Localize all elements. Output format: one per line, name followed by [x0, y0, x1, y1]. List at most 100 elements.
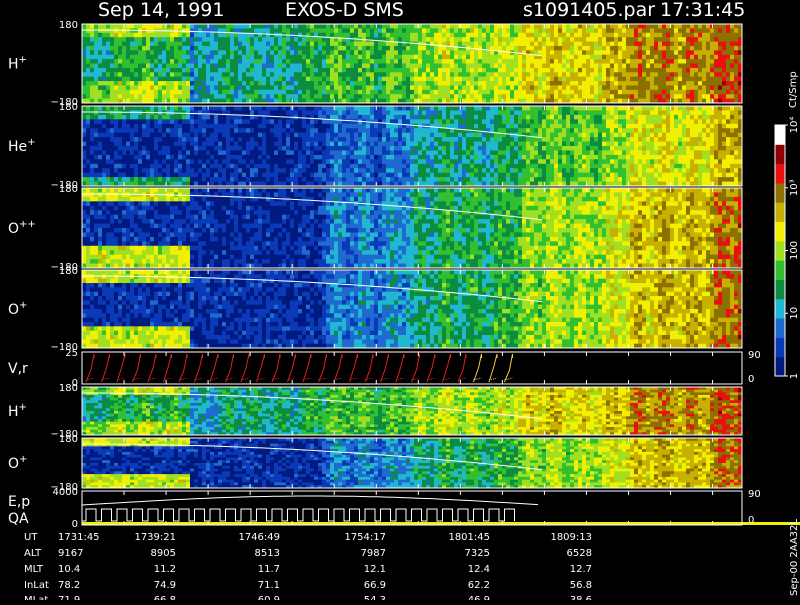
heatmap-cell	[90, 64, 94, 69]
heatmap-cell	[590, 42, 594, 47]
heatmap-cell	[342, 59, 346, 64]
heatmap-cell	[198, 106, 202, 111]
heatmap-cell	[290, 50, 294, 55]
heatmap-cell	[294, 37, 298, 42]
heatmap-cell	[454, 68, 458, 73]
heatmap-cell	[246, 128, 250, 133]
heatmap-cell	[358, 124, 362, 129]
heatmap-cell	[110, 119, 114, 124]
heatmap-cell	[414, 115, 418, 120]
heatmap-cell	[198, 142, 202, 147]
heatmap-cell	[98, 59, 102, 64]
heatmap-cell	[430, 155, 434, 160]
heatmap-cell	[734, 90, 738, 95]
heatmap-cell	[202, 159, 206, 164]
heatmap-cell	[630, 24, 634, 29]
heatmap-cell	[106, 90, 110, 95]
heatmap-cell	[538, 24, 542, 29]
heatmap-cell	[310, 137, 314, 142]
heatmap-cell	[262, 50, 266, 55]
heatmap-cell	[350, 24, 354, 29]
heatmap-cell	[282, 164, 286, 169]
heatmap-cell	[490, 150, 494, 155]
header-time: 17:31:45	[660, 0, 745, 21]
heatmap-cell	[302, 115, 306, 120]
heatmap-cell	[166, 177, 170, 182]
heatmap-cell	[254, 137, 258, 142]
heatmap-cell	[206, 50, 210, 55]
heatmap-cell	[174, 106, 178, 111]
heatmap-cell	[314, 142, 318, 147]
heatmap-cell	[494, 137, 498, 142]
heatmap-cell	[370, 42, 374, 47]
heatmap-cell	[322, 119, 326, 124]
heatmap-cell	[386, 110, 390, 115]
heatmap-cell	[722, 46, 726, 51]
heatmap-cell	[678, 68, 682, 73]
heatmap-cell	[510, 115, 514, 120]
heatmap-cell	[242, 81, 246, 86]
heatmap-cell	[162, 124, 166, 129]
heatmap-cell	[418, 128, 422, 133]
heatmap-cell	[266, 81, 270, 86]
heatmap-cell	[142, 159, 146, 164]
heatmap-cell	[686, 59, 690, 64]
heatmap-cell	[306, 173, 310, 178]
heatmap-cell	[130, 133, 134, 138]
heatmap-cell	[114, 110, 118, 115]
heatmap-cell	[262, 72, 266, 77]
heatmap-cell	[234, 24, 238, 29]
heatmap-cell	[510, 173, 514, 178]
heatmap-cell	[570, 55, 574, 60]
heatmap-cell	[478, 68, 482, 73]
heatmap-cell	[730, 33, 734, 38]
heatmap-cell	[482, 77, 486, 82]
heatmap-cell	[194, 64, 198, 69]
heatmap-cell	[442, 106, 446, 111]
heatmap-cell	[418, 37, 422, 42]
heatmap-cell	[214, 106, 218, 111]
heatmap-cell	[734, 33, 738, 38]
heatmap-cell	[526, 90, 530, 95]
heatmap-cell	[158, 150, 162, 155]
heatmap-cell	[378, 33, 382, 38]
heatmap-cell	[582, 94, 586, 99]
heatmap-cell	[462, 155, 466, 160]
heatmap-cell	[414, 33, 418, 38]
heatmap-cell	[614, 94, 618, 99]
heatmap-cell	[694, 24, 698, 29]
heatmap-cell	[394, 85, 398, 90]
heatmap-cell	[250, 128, 254, 133]
heatmap-cell	[682, 28, 686, 33]
heatmap-cell	[658, 59, 662, 64]
heatmap-cell	[702, 46, 706, 51]
heatmap-cell	[334, 128, 338, 133]
heatmap-cell	[402, 24, 406, 29]
heatmap-cell	[298, 28, 302, 33]
heatmap-cell	[666, 42, 670, 47]
heatmap-cell	[326, 124, 330, 129]
heatmap-cell	[122, 168, 126, 173]
heatmap-cell	[354, 33, 358, 38]
heatmap-cell	[154, 164, 158, 169]
heatmap-cell	[238, 133, 242, 138]
heatmap-cell	[322, 37, 326, 42]
heatmap-cell	[126, 110, 130, 115]
heatmap-cell	[510, 106, 514, 111]
heatmap-cell	[734, 81, 738, 86]
heatmap-cell	[122, 55, 126, 60]
heatmap-cell	[170, 33, 174, 38]
heatmap-cell	[242, 77, 246, 82]
heatmap-cell	[202, 119, 206, 124]
heatmap-cell	[530, 46, 534, 51]
heatmap-cell	[250, 64, 254, 69]
heatmap-cell	[558, 77, 562, 82]
heatmap-cell	[410, 164, 414, 169]
heatmap-cell	[162, 137, 166, 142]
heatmap-cell	[166, 119, 170, 124]
heatmap-cell	[454, 55, 458, 60]
heatmap-cell	[502, 81, 506, 86]
heatmap-cell	[282, 72, 286, 77]
heatmap-cell	[270, 64, 274, 69]
heatmap-cell	[270, 81, 274, 86]
